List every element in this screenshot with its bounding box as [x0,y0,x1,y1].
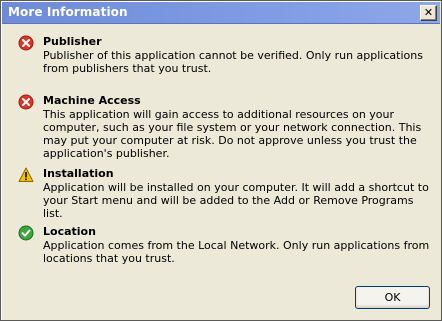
title-bar[interactable]: More Information ✕ [2,2,440,24]
dialog-content: Publisher Publisher of this application … [2,24,440,319]
publisher-heading: Publisher [43,35,102,48]
location-heading: Location [43,225,96,238]
close-button[interactable]: ✕ [420,5,437,21]
dialog-title: More Information [8,5,128,19]
error-icon [18,35,34,51]
publisher-section: Publisher Publisher of this application … [18,35,432,81]
machine-access-section: Machine Access This application will gai… [18,94,432,160]
machine-access-description: This application will gain access to add… [43,108,422,160]
error-icon [18,94,34,110]
more-information-dialog: More Information ✕ Publisher Publisher o… [0,0,442,321]
warning-icon [18,167,34,182]
machine-access-heading: Machine Access [43,94,141,107]
check-icon [18,225,34,241]
location-section: Location Application comes from the Loca… [18,225,432,271]
publisher-description: Publisher of this application cannot be … [43,49,423,75]
location-description: Application comes from the Local Network… [43,239,430,265]
installation-section: Installation Application will be install… [18,167,432,220]
ok-button[interactable]: OK [355,286,430,309]
installation-heading: Installation [43,167,114,180]
installation-description: Application will be installed on your co… [43,181,429,220]
